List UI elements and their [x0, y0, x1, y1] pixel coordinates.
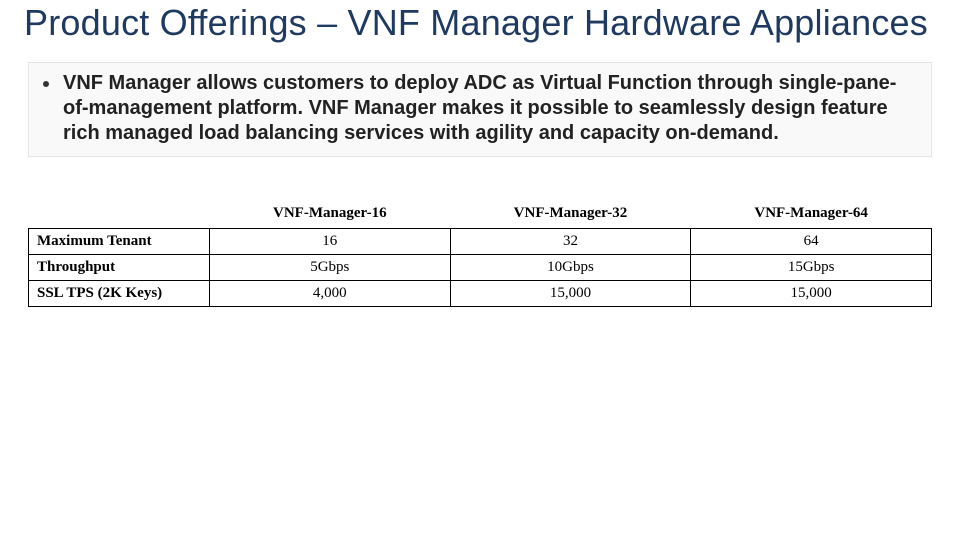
spec-cell: 4,000 [209, 281, 450, 307]
spec-cell: 5Gbps [209, 255, 450, 281]
col-head: VNF-Manager-32 [450, 201, 691, 229]
table-row: Maximum Tenant 16 32 64 [29, 229, 932, 255]
col-head: VNF-Manager-16 [209, 201, 450, 229]
spec-cell: 10Gbps [450, 255, 691, 281]
col-head: VNF-Manager-64 [691, 201, 932, 229]
table-corner [29, 201, 210, 229]
spec-table-wrap: VNF-Manager-16 VNF-Manager-32 VNF-Manage… [28, 201, 932, 307]
table-row: SSL TPS (2K Keys) 4,000 15,000 15,000 [29, 281, 932, 307]
table-header-row: VNF-Manager-16 VNF-Manager-32 VNF-Manage… [29, 201, 932, 229]
spec-cell: 15,000 [691, 281, 932, 307]
row-label: SSL TPS (2K Keys) [29, 281, 210, 307]
spec-table: VNF-Manager-16 VNF-Manager-32 VNF-Manage… [28, 201, 932, 307]
slide-title: Product Offerings – VNF Manager Hardware… [0, 0, 960, 44]
bullet-icon [43, 81, 49, 87]
spec-cell: 64 [691, 229, 932, 255]
spec-cell: 15,000 [450, 281, 691, 307]
row-label: Maximum Tenant [29, 229, 210, 255]
spec-cell: 16 [209, 229, 450, 255]
description-text: VNF Manager allows customers to deploy A… [63, 71, 917, 146]
spec-cell: 15Gbps [691, 255, 932, 281]
description-block: VNF Manager allows customers to deploy A… [28, 62, 932, 157]
spec-cell: 32 [450, 229, 691, 255]
table-row: Throughput 5Gbps 10Gbps 15Gbps [29, 255, 932, 281]
row-label: Throughput [29, 255, 210, 281]
